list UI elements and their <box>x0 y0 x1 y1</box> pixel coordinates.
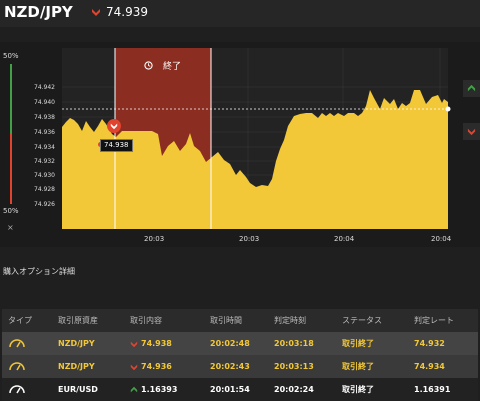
col-trade-time: 取引時間 <box>210 316 242 325</box>
col-trade: 取引内容 <box>130 316 162 325</box>
trade-cell: 1.16393 <box>130 385 206 394</box>
status-cell: 取引終了 <box>342 385 374 394</box>
y-tick: 74.936 <box>34 129 55 136</box>
y-tick: 74.926 <box>34 201 55 208</box>
x-tick: 20:04 <box>334 235 355 243</box>
col-status: ステータス <box>342 316 382 325</box>
judge-time-cell: 20:02:24 <box>274 385 314 394</box>
col-asset: 取引原資産 <box>58 316 98 325</box>
price-chart: 74.942 74.940 74.938 74.936 74.934 74.93… <box>34 48 452 243</box>
x-tick: 20:03 <box>144 235 164 243</box>
y-tick: 74.938 <box>34 114 55 121</box>
down-arrow-icon <box>467 128 476 136</box>
trade-end-label: 終了 <box>144 59 181 72</box>
trade-rate: 74.938 <box>141 339 172 348</box>
trade-history-table: タイプ 取引原資産 取引内容 取引時間 判定時刻 ステータス 判定レート NZD… <box>2 309 478 401</box>
gauge-icon <box>9 384 25 393</box>
end-text: 終了 <box>163 62 182 72</box>
up-arrow-icon <box>130 386 138 392</box>
trade-cell: 74.938 <box>130 339 206 348</box>
judge-rate-cell: 74.932 <box>414 339 445 348</box>
call-button[interactable] <box>463 80 480 97</box>
entry-direction-marker <box>107 119 121 133</box>
trade-rate: 74.936 <box>141 362 172 371</box>
down-arrow-icon <box>130 341 138 347</box>
table-row[interactable]: NZD/JPY 74.938 20:02:48 20:03:18 取引終了 74… <box>2 332 478 355</box>
col-judge-rate: 判定レート <box>414 316 454 325</box>
section-title: 購入オプション詳細 <box>3 267 75 276</box>
judge-time-cell: 20:03:13 <box>274 362 314 371</box>
table-row[interactable]: EUR/USD 1.16393 20:01:54 20:02:24 取引終了 1… <box>2 378 478 401</box>
type-cell <box>2 383 52 397</box>
judge-rate-cell: 74.934 <box>414 362 445 371</box>
judge-time-cell: 20:03:18 <box>274 339 314 348</box>
down-arrow-icon <box>130 364 138 370</box>
status-cell: 取引終了 <box>342 362 374 371</box>
entry-price-label: 74.938 <box>100 139 133 152</box>
trade-time-cell: 20:02:48 <box>210 339 250 348</box>
clock-icon <box>144 61 153 70</box>
y-tick: 74.928 <box>34 186 55 193</box>
trade-cell: 74.936 <box>130 362 206 371</box>
y-tick: 74.930 <box>34 172 55 179</box>
x-tick: 20:04 <box>431 235 452 243</box>
trade-time-cell: 20:01:54 <box>210 385 250 394</box>
up-arrow-icon <box>467 84 476 92</box>
trade-rate: 1.16393 <box>141 385 178 394</box>
y-tick: 74.934 <box>34 144 55 151</box>
down-arrow-icon <box>110 123 118 130</box>
table-row[interactable]: NZD/JPY 74.936 20:02:43 20:03:13 取引終了 74… <box>2 355 478 378</box>
y-tick: 74.942 <box>34 84 55 91</box>
put-button[interactable] <box>463 123 480 140</box>
gauge-icon <box>9 338 25 347</box>
type-cell <box>2 360 52 374</box>
gauge-icon <box>9 361 25 370</box>
type-cell <box>2 337 52 351</box>
y-tick: 74.932 <box>34 158 55 165</box>
trade-time-cell: 20:02:43 <box>210 362 250 371</box>
asset-cell: EUR/USD <box>58 385 98 394</box>
status-cell: 取引終了 <box>342 339 374 348</box>
x-tick: 20:03 <box>239 235 259 243</box>
judge-rate-cell: 1.16391 <box>414 385 451 394</box>
col-judge-time: 判定時刻 <box>274 316 306 325</box>
asset-cell: NZD/JPY <box>58 362 95 371</box>
table-header: タイプ 取引原資産 取引内容 取引時間 判定時刻 ステータス 判定レート <box>2 309 478 332</box>
asset-cell: NZD/JPY <box>58 339 95 348</box>
current-price-dot <box>445 106 451 112</box>
y-tick: 74.940 <box>34 99 55 106</box>
col-type: タイプ <box>8 316 32 325</box>
